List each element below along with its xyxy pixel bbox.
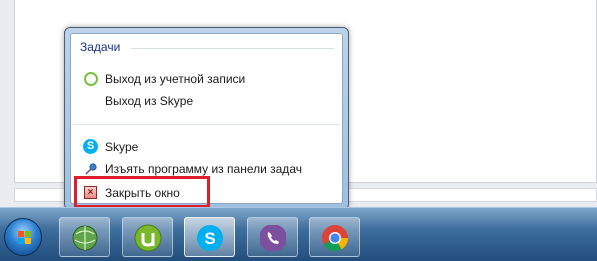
jump-item-label: Выход из учетной записи <box>105 72 246 86</box>
taskbar-button-chrome[interactable] <box>309 217 360 257</box>
chrome-icon <box>322 225 349 252</box>
utorrent-icon <box>134 224 162 252</box>
globe-icon <box>72 225 98 251</box>
jump-item-sign-out[interactable]: Выход из учетной записи <box>77 69 336 89</box>
taskbar-button-network-app[interactable] <box>59 217 110 257</box>
jump-list-content: Задачи Выход из учетной записи Выход из … <box>70 33 343 208</box>
svg-text:S: S <box>204 229 215 248</box>
skype-icon: S <box>83 139 99 155</box>
windows-logo-icon <box>4 218 42 256</box>
skype-icon: S <box>197 225 223 251</box>
jump-item-exit-skype[interactable]: Выход из Skype <box>77 91 336 111</box>
jump-item-label: Выход из Skype <box>105 94 194 108</box>
taskbar-button-viber[interactable] <box>247 217 298 257</box>
jump-item-skype[interactable]: S Skype <box>77 137 336 157</box>
taskbar-button-utorrent[interactable] <box>122 217 173 257</box>
tasks-section-title: Задачи <box>80 40 121 54</box>
jump-item-label: Skype <box>105 140 139 154</box>
jump-item-label: Изъять программу из панели задач <box>105 162 302 176</box>
start-button[interactable] <box>0 216 44 260</box>
unpin-icon <box>83 161 99 177</box>
close-window-highlight <box>74 176 210 208</box>
skype-jump-list: Задачи Выход из учетной записи Выход из … <box>64 27 349 210</box>
skype-outline-icon <box>83 71 99 87</box>
taskbar: S <box>0 207 597 261</box>
section-divider <box>131 48 334 49</box>
viber-icon <box>260 225 286 251</box>
taskbar-button-skype[interactable]: S <box>184 217 235 257</box>
jump-list-separator <box>73 124 340 125</box>
